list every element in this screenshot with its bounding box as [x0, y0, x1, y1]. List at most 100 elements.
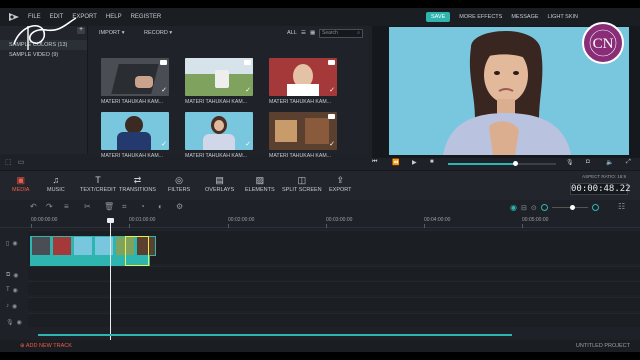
thumb-label: MATERI TAHUKAH KAM... — [101, 99, 163, 105]
thumb-image: ✓ — [185, 58, 253, 96]
save-button[interactable]: SAVE — [425, 12, 451, 22]
preview-controls: ⏮ ⏪ ▶ ■ 🎙 ◘ 🔈 ⤢ — [360, 159, 640, 169]
preview-left-icons: ⬚ ▭ — [5, 158, 24, 166]
mic-icon[interactable]: 🎙 — [566, 159, 574, 166]
media-thumb[interactable]: ✓ MATERI TAHUKAH KAM... — [269, 58, 337, 105]
media-thumb[interactable]: ✓ MATERI TAHUKAH KAM... — [101, 58, 169, 105]
checkmark-icon: ✓ — [161, 141, 167, 148]
timeline-ruler[interactable]: 00:00:00:00 00:01:00:00 00:02:00:00 00:0… — [0, 214, 640, 228]
visibility-icon[interactable]: ◉ — [13, 287, 18, 294]
thumb-image: ✓ — [101, 112, 169, 150]
folder-icon[interactable]: ▭ — [18, 158, 25, 166]
crop-icon[interactable]: ⌗ — [122, 202, 127, 212]
more-effects-link[interactable]: MORE EFFECTS — [459, 14, 502, 20]
delete-icon[interactable]: 🗑 — [104, 202, 114, 211]
media-thumb[interactable]: ✓ MATERI TAHUKAH KAM... — [185, 58, 253, 105]
video-track-icon: ▯ — [6, 240, 10, 247]
svg-text:CN: CN — [593, 36, 614, 52]
channel-logo: CN — [582, 22, 624, 64]
volume-icon[interactable]: 🔈 — [606, 159, 613, 166]
checkmark-icon: ✓ — [161, 87, 167, 94]
snapshot-icon[interactable]: ⬚ — [5, 158, 12, 166]
thumb-image: ✓ — [269, 112, 337, 150]
tool-transitions[interactable]: ⇄ TRANSITIONS — [119, 175, 156, 193]
step-back-icon[interactable]: ⏪ — [392, 159, 399, 166]
detach-icon[interactable]: ⊟ — [521, 204, 527, 212]
camera-icon[interactable]: ◘ — [586, 159, 590, 165]
skip-back-icon[interactable]: ⏮ — [372, 159, 377, 166]
zoom-slider-handle[interactable] — [569, 205, 575, 210]
message-link[interactable]: MESSAGE — [511, 14, 538, 20]
tool-music[interactable]: ♫ MUSIC — [47, 175, 65, 193]
thumb-label: MATERI TAHUKAH KAM... — [101, 153, 163, 159]
elements-icon: ▨ — [255, 175, 265, 185]
ruler-label: 00:04:00:00 — [424, 217, 451, 223]
grid-view-icon[interactable]: ▦ — [310, 30, 315, 36]
checkmark-icon: ✓ — [329, 141, 335, 148]
media-thumb[interactable]: ✓ MATERI TAHUKAH KAM... — [185, 112, 253, 159]
cut-icon[interactable]: ✂ — [84, 202, 91, 211]
speed-icon[interactable]: ◔ — [140, 202, 145, 211]
zoom-fit-icon[interactable]: ⊙ — [531, 204, 537, 212]
scrubber-handle[interactable] — [512, 161, 518, 166]
list-view-icon[interactable]: ☰ — [301, 30, 306, 36]
video-icon — [244, 60, 251, 65]
record-button[interactable]: RECORD ▾ — [144, 30, 172, 36]
zoom-in-icon[interactable] — [591, 204, 599, 211]
menu-help[interactable]: HELP — [106, 14, 122, 20]
tool-text[interactable]: T TEXT/CREDIT — [80, 175, 116, 193]
thumb-image: ✓ — [185, 112, 253, 150]
tool-filters[interactable]: ◎ FILTERS — [168, 175, 190, 193]
search-input[interactable]: Search ⌕ — [319, 29, 363, 38]
timeline-menu-icon[interactable]: ☷ — [618, 202, 625, 211]
media-thumb[interactable]: ✓ MATERI TAHUKAH KAM... — [269, 112, 337, 159]
mute-icon[interactable]: ◉ — [12, 303, 17, 310]
adjust-icon[interactable]: ≡ — [64, 202, 69, 211]
selected-clip-outline[interactable] — [125, 236, 149, 266]
visibility-icon[interactable]: ◉ — [13, 272, 18, 279]
tool-split-screen[interactable]: ◫ SPLIT SCREEN — [282, 175, 322, 193]
preview-scrubber[interactable] — [448, 161, 556, 166]
tool-export[interactable]: ⇪ EXPORT — [329, 175, 352, 193]
playhead[interactable] — [110, 220, 111, 340]
add-track-button[interactable]: ⊕ ADD NEW TRACK — [20, 343, 72, 349]
zoom-out-icon[interactable] — [540, 204, 548, 211]
play-icon[interactable]: ▶ — [412, 159, 417, 166]
fullscreen-icon[interactable]: ⤢ — [626, 159, 631, 166]
checkmark-icon: ✓ — [245, 141, 251, 148]
pip-track[interactable] — [28, 266, 640, 280]
zoom-slider[interactable] — [551, 205, 588, 210]
tool-elements[interactable]: ▨ ELEMENTS — [245, 175, 275, 193]
light-skin-link[interactable]: LIGHT SKIN — [548, 14, 578, 20]
tool-overlays[interactable]: ▤ OVERLAYS — [205, 175, 234, 193]
filter-all[interactable]: ALL — [287, 30, 297, 36]
pip-track-icon: ⧉ — [6, 271, 11, 278]
video-editor-app: FILE EDIT EXPORT HELP REGISTER SAVE MORE… — [0, 8, 640, 352]
export-icon: ⇪ — [336, 175, 345, 185]
text-track-header: T ◉ — [0, 283, 28, 297]
media-thumb[interactable]: ✓ MATERI TAHUKAH KAM... — [101, 112, 169, 159]
video-icon — [328, 114, 335, 119]
stop-icon[interactable]: ■ — [430, 159, 434, 165]
tool-media[interactable]: ▣ MEDIA — [12, 175, 29, 193]
clip-frame — [73, 236, 93, 256]
music-track-icon: ♪ — [6, 303, 9, 309]
redo-icon[interactable]: ↷ — [46, 202, 53, 211]
color-icon[interactable]: ◐ — [158, 202, 163, 211]
text-track[interactable] — [28, 281, 640, 295]
audio-mixer-icon[interactable]: ⚙ — [176, 202, 183, 211]
voice-track[interactable] — [28, 313, 640, 327]
timecode-display: 00:00:48.22 — [570, 183, 631, 195]
mute-icon[interactable]: ◉ — [17, 319, 22, 326]
undo-icon[interactable]: ↶ — [30, 202, 37, 211]
timeline-scrollbar[interactable] — [38, 334, 512, 336]
video-track-header: ▯ ◉ — [0, 236, 28, 250]
ruler-label: 00:05:00:00 — [522, 217, 549, 223]
menu-register[interactable]: REGISTER — [131, 14, 162, 20]
visibility-icon[interactable]: ◉ — [12, 240, 17, 247]
overlays-icon: ▤ — [215, 175, 224, 185]
music-track[interactable] — [28, 297, 640, 311]
marker-icon[interactable]: ◉ — [510, 203, 517, 212]
import-button[interactable]: IMPORT ▾ — [99, 30, 125, 36]
ruler-label: 00:00:00:00 — [31, 217, 58, 223]
